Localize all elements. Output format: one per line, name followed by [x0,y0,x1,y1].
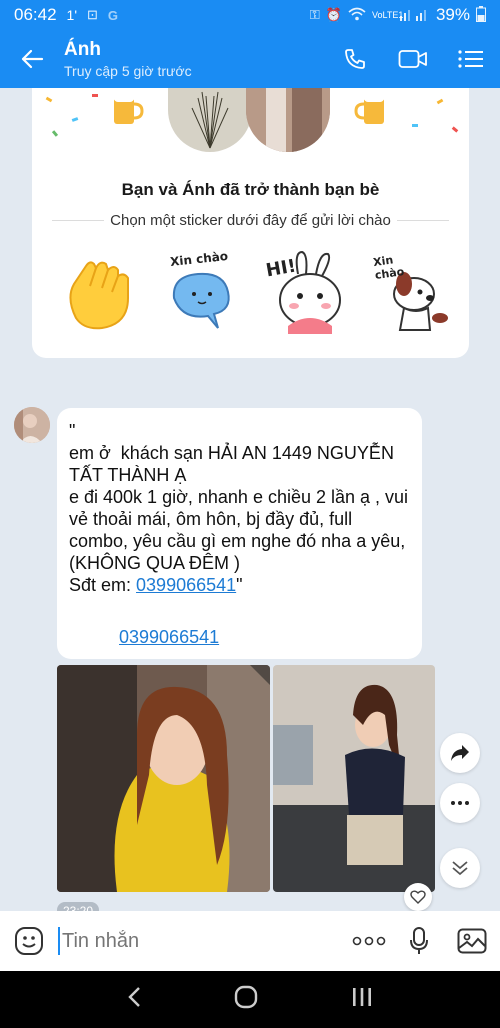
sticker-waving-hand[interactable] [56,248,146,338]
g-icon: G [107,7,119,23]
video-camera-icon [398,50,427,68]
phone-icon [345,49,365,69]
last-seen: Truy cập 5 giờ trước [64,63,192,79]
battery-icon [476,5,486,25]
sender-avatar[interactable] [14,407,50,443]
chat-header: Ánh Truy cập 5 giờ trước [0,30,500,88]
beer-mug-icon [354,90,388,126]
system-nav-bar [0,971,500,1028]
more-dots-icon [451,801,469,805]
home-circle-icon [234,985,258,1009]
smiley-icon [15,927,43,955]
voicemail-icon: ⊡ [87,7,98,22]
status-time: 06:42 [14,5,57,24]
microphone-icon [410,927,428,954]
forward-arrow-icon [451,745,469,761]
chevron-left-icon [127,987,140,1007]
ellipsis-icon [352,936,386,946]
signal-icon [399,7,430,24]
sticker-xin-chao-dog[interactable]: Xin chào [370,248,460,338]
friend-title: Bạn và Ánh đã trở thành bạn bè [121,180,380,199]
key-icon: ⚿ [309,7,320,22]
sticker-caption: Xin chào [372,253,406,282]
photo-attachment[interactable] [57,665,270,892]
double-chevron-down-icon [452,861,468,876]
message-text: " em ở khách sạn HẢI AN 1449 NGUYỄN TẤT … [69,420,410,596]
contact-info[interactable]: Ánh Truy cập 5 giờ trước [64,39,326,79]
wifi-icon [348,7,366,24]
phone-link-inline[interactable]: 0399066541 [136,575,236,595]
status-bar: 06:42 1' ⊡ G ⚿ ⏰ VoLTE1 39% [0,0,500,30]
list-menu-icon [458,50,483,68]
quote-end: " [236,575,243,595]
battery-text: 39% [435,5,470,24]
video-call-button[interactable] [384,30,442,88]
nav-recents-button[interactable] [351,987,373,1012]
nav-back-button[interactable] [127,986,141,1013]
more-options-button[interactable] [440,783,480,823]
menu-button[interactable] [442,30,500,88]
friend-greeting-card: Bạn và Ánh đã trở thành bạn bè Chọn một … [32,88,469,358]
gallery-button[interactable] [444,911,500,971]
phone-link[interactable]: 0399066541 [119,626,219,648]
friend-avatar [246,88,330,152]
more-actions-button[interactable] [344,911,394,971]
friend-subtitle: Chọn một sticker dưới đây để gửi lời chà… [110,212,391,229]
message-input-bar [0,911,500,971]
corner-tag [250,665,270,685]
heart-icon [410,890,426,904]
scroll-down-button[interactable] [440,848,480,888]
react-button[interactable] [404,883,432,911]
sticker-xin-chao-cat[interactable]: Xin chào [156,248,246,338]
nav-home-button[interactable] [234,985,258,1014]
call-button[interactable] [326,30,384,88]
sticker-hi-bunny[interactable]: HI! [258,248,348,338]
beer-mug-icon [110,90,144,126]
recents-icon [353,988,372,1006]
message-input[interactable] [58,927,344,955]
back-arrow-icon [21,49,44,69]
status-indicator: 1' [66,7,78,23]
lte-label: VoLTE1 [371,9,404,20]
contact-name: Ánh [64,39,101,60]
voice-button[interactable] [394,911,444,971]
celebration-banner [32,88,469,152]
share-button[interactable] [440,733,480,773]
image-icon [457,928,487,954]
back-button[interactable] [0,30,64,88]
message-body: " em ở khách sạn HẢI AN 1449 NGUYỄN TẤT … [69,421,409,595]
photo-attachment[interactable] [273,665,435,892]
alarm-icon: ⏰ [325,7,342,22]
message-bubble[interactable]: " em ở khách sạn HẢI AN 1449 NGUYỄN TẤT … [57,408,422,659]
my-avatar [168,88,252,152]
sticker-button[interactable] [0,911,58,971]
